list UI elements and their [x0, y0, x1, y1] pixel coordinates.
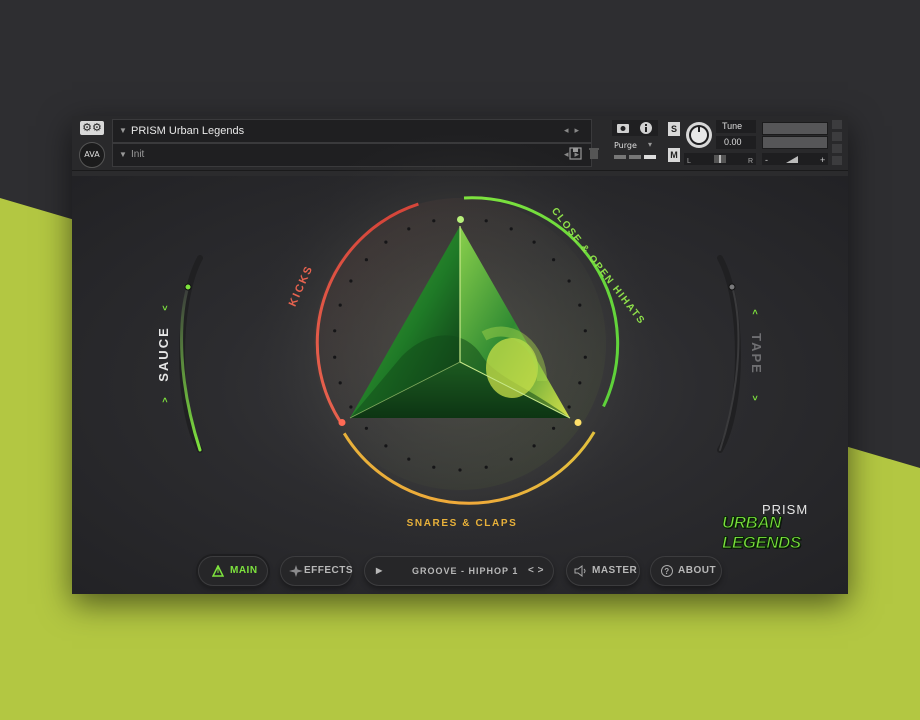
plugin-window: ⚙⚙ AVA ▼ PRISM Urban Legends ◂▸ ▼ Init ◂… — [72, 116, 848, 594]
prism-icon — [212, 565, 224, 577]
step-dot[interactable] — [532, 444, 536, 448]
effects-tab-button[interactable]: EFFECTS — [280, 556, 354, 586]
step-dot[interactable] — [384, 444, 388, 448]
step-dot[interactable] — [578, 303, 582, 307]
step-dot[interactable] — [338, 303, 342, 307]
step-dot[interactable] — [384, 240, 388, 244]
sauce-label: SAUCE — [156, 326, 171, 382]
help-question-icon: ? — [661, 565, 673, 577]
step-dot[interactable] — [349, 279, 353, 283]
speaker-icon — [574, 565, 586, 577]
step-dot[interactable] — [578, 381, 582, 385]
step-dot[interactable] — [532, 240, 536, 244]
step-dot[interactable] — [583, 355, 587, 359]
sauce-increase-arrow[interactable]: < — [160, 305, 170, 310]
tape-handle[interactable] — [728, 283, 736, 291]
step-dot[interactable] — [552, 426, 556, 430]
step-dot[interactable] — [364, 258, 368, 262]
step-dot[interactable] — [364, 426, 368, 430]
about-tab-button[interactable]: ? ABOUT — [650, 556, 722, 586]
step-dot[interactable] — [432, 219, 436, 223]
groove-play-icon[interactable]: ▶ — [376, 556, 383, 586]
step-dot[interactable] — [552, 258, 556, 262]
snares-label: SNARES & CLAPS — [407, 518, 518, 529]
master-tab-button[interactable]: MASTER — [566, 556, 640, 586]
step-dot[interactable] — [567, 405, 571, 409]
tape-label: TAPE — [749, 333, 764, 375]
step-dot[interactable] — [338, 381, 342, 385]
step-dot[interactable] — [407, 227, 411, 231]
sauce-decrease-arrow[interactable]: > — [160, 397, 170, 402]
step-dot[interactable] — [349, 405, 353, 409]
effects-label: EFFECTS — [304, 565, 354, 576]
groove-prev-next[interactable]: < > — [528, 556, 544, 586]
groove-label: GROOVE - HIPHOP 1 — [412, 566, 519, 576]
effects-sparkle-icon — [289, 565, 303, 577]
step-dot[interactable] — [484, 219, 488, 223]
tape-increase-arrow[interactable]: < — [750, 309, 760, 314]
step-dot[interactable] — [583, 329, 587, 333]
step-dot[interactable] — [484, 465, 488, 469]
main-label: MAIN — [230, 565, 258, 576]
sauce-handle[interactable] — [184, 283, 192, 291]
master-label: MASTER — [592, 565, 638, 576]
hihat-step-active[interactable] — [457, 216, 464, 223]
step-dot[interactable] — [458, 468, 462, 472]
groove-selector[interactable]: ▶ GROOVE - HIPHOP 1 < > — [364, 556, 554, 586]
about-label: ABOUT — [678, 565, 717, 576]
svg-text:?: ? — [664, 567, 669, 576]
step-dot[interactable] — [333, 329, 337, 333]
main-tab-button[interactable]: MAIN — [198, 556, 268, 586]
step-dot[interactable] — [509, 227, 513, 231]
brand-urban-legends: URBAN LEGENDS — [722, 513, 802, 553]
kick-step-active[interactable] — [338, 419, 346, 426]
step-dot[interactable] — [407, 457, 411, 461]
step-dot[interactable] — [509, 457, 513, 461]
step-dot[interactable] — [333, 355, 337, 359]
snare-step-active[interactable] — [574, 419, 582, 426]
step-dot[interactable] — [567, 279, 571, 283]
tape-decrease-arrow[interactable]: > — [750, 395, 760, 400]
step-dot[interactable] — [432, 465, 436, 469]
